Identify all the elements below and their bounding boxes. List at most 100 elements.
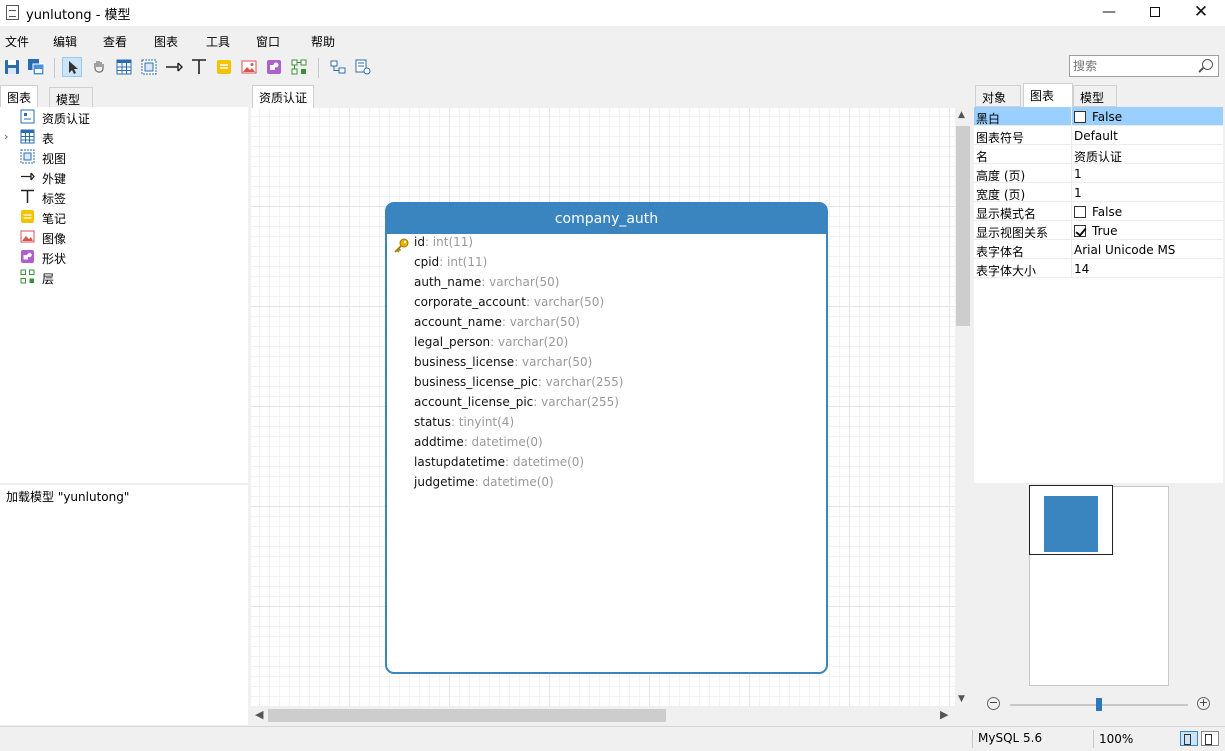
field-row[interactable]: lastupdatetime: datetime(0) <box>414 455 584 475</box>
property-value[interactable]: True <box>1074 224 1118 238</box>
status-bar: MySQL 5.6 100% <box>0 726 1225 751</box>
field-row[interactable]: account_name: varchar(50) <box>414 315 580 335</box>
tab-model-properties[interactable]: 模型 <box>1073 85 1117 107</box>
label-icon <box>21 189 34 203</box>
field-row[interactable]: business_license_pic: varchar(255) <box>414 375 624 395</box>
tree-item-images[interactable]: 图像 <box>0 227 248 247</box>
tree-item-foreign-keys[interactable]: 外键 <box>0 167 248 187</box>
zoom-in-button[interactable]: + <box>1197 697 1210 710</box>
app-icon <box>6 5 19 20</box>
zoom-out-button[interactable]: − <box>987 697 1000 710</box>
tree-item-layers[interactable]: 层 <box>0 267 248 287</box>
property-row[interactable]: 显示视图关系 True <box>974 221 1223 240</box>
checkbox-unchecked-icon[interactable] <box>1074 111 1086 123</box>
property-row[interactable]: 宽度 (页) 1 <box>974 183 1223 202</box>
menu-diagram[interactable]: 图表 <box>154 33 178 50</box>
layer-tool-button[interactable] <box>289 57 309 77</box>
close-button[interactable]: ✕ <box>1178 0 1224 26</box>
table-tool-button[interactable] <box>114 57 134 77</box>
field-row[interactable]: corporate_account: varchar(50) <box>414 295 604 315</box>
hand-tool-button[interactable] <box>89 57 109 77</box>
checkbox-checked-icon[interactable] <box>1074 225 1086 237</box>
scroll-left-icon[interactable]: ◀ <box>255 708 263 721</box>
maximize-button[interactable] <box>1132 0 1178 26</box>
navigator-panel[interactable] <box>974 484 1223 691</box>
image-tool-button[interactable] <box>239 57 259 77</box>
property-row[interactable]: 表字体名 Arial Unicode MS <box>974 240 1223 259</box>
property-value[interactable]: Arial Unicode MS <box>1074 243 1175 257</box>
scroll-right-icon[interactable]: ▶ <box>940 708 948 721</box>
search-input[interactable] <box>1070 56 1198 76</box>
pointer-tool-button[interactable] <box>62 57 82 77</box>
scroll-down-icon[interactable]: ▼ <box>958 694 965 704</box>
tab-diagram-properties[interactable]: 图表 <box>1023 83 1073 107</box>
field-name: business_license <box>414 355 515 369</box>
scroll-thumb[interactable] <box>268 709 666 722</box>
zoom-slider-thumb[interactable] <box>1096 698 1102 711</box>
chevron-right-icon[interactable]: › <box>4 130 8 143</box>
diagram-canvas[interactable]: company_auth id: int(11) cpid: int(11) a… <box>251 108 955 706</box>
tree-item-views[interactable]: 视图 <box>0 147 248 167</box>
property-row[interactable]: 名 资质认证 <box>974 145 1223 164</box>
tree-item-diagram[interactable]: 资质认证 <box>0 107 248 127</box>
save-button[interactable] <box>2 57 22 77</box>
save-as-button[interactable] <box>26 57 46 77</box>
property-value[interactable]: False <box>1074 205 1122 219</box>
property-row[interactable]: 表字体大小 14 <box>974 259 1223 278</box>
field-row[interactable]: id: int(11) <box>414 235 473 255</box>
search-field[interactable] <box>1069 55 1219 77</box>
menu-file[interactable]: 文件 <box>5 33 29 50</box>
property-value[interactable]: 资质认证 <box>1074 148 1122 165</box>
tree-item-shapes[interactable]: 形状 <box>0 247 248 267</box>
menu-tools[interactable]: 工具 <box>206 33 230 50</box>
tree-item-notes[interactable]: 笔记 <box>0 207 248 227</box>
property-value[interactable]: Default <box>1074 129 1118 143</box>
auto-layout-button[interactable] <box>328 57 348 77</box>
canvas-vertical-scrollbar[interactable]: ▲ ▼ <box>955 108 972 706</box>
property-value[interactable]: 14 <box>1074 262 1089 276</box>
tab-model[interactable]: 模型 <box>49 87 93 109</box>
tab-diagram-canvas[interactable]: 资质认证 <box>252 85 315 109</box>
field-row[interactable]: judgetime: datetime(0) <box>414 475 554 495</box>
field-type: : datetime(0) <box>474 475 554 489</box>
field-row[interactable]: legal_person: varchar(20) <box>414 335 568 355</box>
field-row[interactable]: business_license: varchar(50) <box>414 355 592 375</box>
view-mode-split-button[interactable] <box>1201 731 1219 746</box>
property-value[interactable]: False <box>1074 110 1122 124</box>
property-row[interactable]: 图表符号 Default <box>974 126 1223 145</box>
field-row[interactable]: cpid: int(11) <box>414 255 487 275</box>
diagram-icon <box>20 109 35 124</box>
tab-object[interactable]: 对象 <box>975 85 1021 107</box>
field-row[interactable]: auth_name: varchar(50) <box>414 275 559 295</box>
note-tool-button[interactable] <box>214 57 234 77</box>
property-value[interactable]: 1 <box>1074 186 1082 200</box>
menu-view[interactable]: 查看 <box>103 33 127 50</box>
property-row[interactable]: 黑白 False <box>974 107 1223 126</box>
diagram-options-button[interactable] <box>353 57 373 77</box>
label-tool-button[interactable] <box>189 57 209 77</box>
menu-edit[interactable]: 编辑 <box>53 33 77 50</box>
checkbox-unchecked-icon[interactable] <box>1074 206 1086 218</box>
property-value[interactable]: 1 <box>1074 167 1082 181</box>
tree-item-label: 外键 <box>42 172 67 186</box>
canvas-horizontal-scrollbar[interactable]: ◀ ▶ <box>251 707 955 724</box>
foreign-key-tool-button[interactable] <box>164 57 184 77</box>
entity-table[interactable]: company_auth id: int(11) cpid: int(11) a… <box>385 202 828 674</box>
field-row[interactable]: account_license_pic: varchar(255) <box>414 395 619 415</box>
view-tool-button[interactable] <box>139 57 159 77</box>
field-row[interactable]: addtime: datetime(0) <box>414 435 543 455</box>
property-row[interactable]: 高度 (页) 1 <box>974 164 1223 183</box>
tree-item-tables[interactable]: › 表 <box>0 127 248 147</box>
scroll-thumb[interactable] <box>956 126 970 326</box>
search-icon[interactable] <box>1202 59 1213 70</box>
field-row[interactable]: status: tinyint(4) <box>414 415 514 435</box>
scroll-up-icon[interactable]: ▲ <box>958 110 965 120</box>
shape-tool-button[interactable] <box>264 57 284 77</box>
tree-item-labels[interactable]: 标签 <box>0 187 248 207</box>
minimize-button[interactable]: — <box>1086 0 1132 26</box>
property-row[interactable]: 显示模式名 False <box>974 202 1223 221</box>
menu-help[interactable]: 帮助 <box>311 33 335 50</box>
view-mode-single-button[interactable] <box>1180 731 1198 746</box>
menu-window[interactable]: 窗口 <box>256 33 280 50</box>
tab-diagram[interactable]: 图表 <box>0 85 39 107</box>
